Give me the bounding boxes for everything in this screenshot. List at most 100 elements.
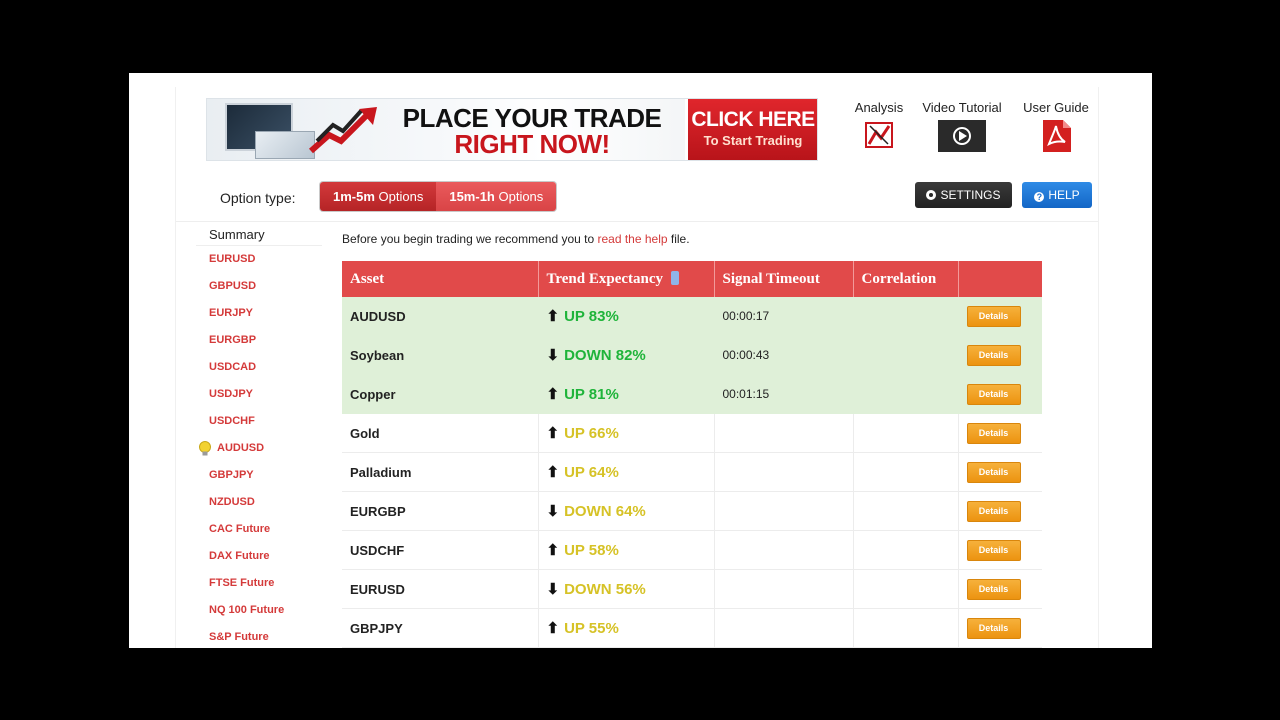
option-1-suffix: Options xyxy=(374,189,424,204)
intro-before: Before you begin trading we recommend yo… xyxy=(342,232,598,246)
sidebar-item-eurusd[interactable]: EURUSD xyxy=(196,246,322,273)
details-button[interactable]: Details xyxy=(966,539,1021,561)
sidebar-item-sp-future[interactable]: S&P Future xyxy=(196,624,322,648)
sort-icon[interactable] xyxy=(671,270,680,285)
arrow-up-icon: ⬆ xyxy=(546,464,560,481)
trend-cell: ⬆ UP 64% xyxy=(538,452,715,492)
sidebar-summary[interactable]: Summary xyxy=(196,224,322,246)
sidebar-item-gbpusd[interactable]: GBPUSD xyxy=(196,273,322,300)
sidebar-item-usdcad[interactable]: USDCAD xyxy=(196,354,322,381)
header-signal-timeout[interactable]: Signal Timeout xyxy=(714,261,854,297)
lightbulb-icon xyxy=(199,441,211,456)
sidebar-item-nq100-future[interactable]: NQ 100 Future xyxy=(196,597,322,624)
header-divider xyxy=(176,221,1098,222)
details-button[interactable]: Details xyxy=(966,578,1021,600)
banner-line-2: RIGHT NOW! xyxy=(454,129,610,159)
help-button[interactable]: ? HELP xyxy=(1022,182,1092,208)
trend-cell: ⬇ DOWN 56% xyxy=(538,569,715,609)
header-trend-expectancy[interactable]: Trend Expectancy xyxy=(538,261,715,297)
sidebar-item-audusd[interactable]: AUDUSD xyxy=(196,435,322,462)
sidebar-item-gbpjpy[interactable]: GBPJPY xyxy=(196,462,322,489)
sidebar-item-dax-future[interactable]: DAX Future xyxy=(196,543,322,570)
asset-cell: Palladium xyxy=(342,452,539,492)
chart-analysis-icon xyxy=(865,122,893,148)
correlation-cell xyxy=(853,608,959,648)
read-help-link[interactable]: read the help xyxy=(597,232,667,246)
pdf-icon xyxy=(1043,120,1071,152)
arrow-up-icon: ⬆ xyxy=(546,308,560,325)
video-tutorial-link[interactable]: Video Tutorial xyxy=(914,100,1010,152)
asset-cell: EURGBP xyxy=(342,491,539,531)
details-button[interactable]: Details xyxy=(966,461,1021,483)
correlation-cell xyxy=(853,569,959,609)
details-button[interactable]: Details xyxy=(966,500,1021,522)
asset-sidebar: Summary EURUSD GBPUSD EURJPY EURGBP USDC… xyxy=(196,224,322,648)
trend-cell: ⬆ UP 58% xyxy=(538,530,715,570)
correlation-cell xyxy=(853,297,959,336)
table-row: GBPJPY ⬆ UP 55% Details xyxy=(342,608,1042,648)
trend-value: UP 66% xyxy=(564,425,619,442)
banner-laptop-image xyxy=(255,131,315,159)
table-header-row: Asset Trend Expectancy Signal Timeout Co… xyxy=(342,261,1042,297)
header-trend-label: Trend Expectancy xyxy=(546,270,664,287)
details-cell: Details xyxy=(958,491,1042,531)
trend-value: DOWN 82% xyxy=(564,347,646,364)
sidebar-item-usdchf[interactable]: USDCHF xyxy=(196,408,322,435)
details-button[interactable]: Details xyxy=(966,617,1021,639)
play-video-icon xyxy=(938,120,986,152)
analysis-link[interactable]: Analysis xyxy=(848,100,910,150)
trend-cell: ⬆ UP 81% xyxy=(538,374,715,414)
correlation-cell xyxy=(853,413,959,453)
sidebar-item-nzdusd[interactable]: NZDUSD xyxy=(196,489,322,516)
signal-timeout-cell xyxy=(714,452,854,492)
details-button[interactable]: Details xyxy=(966,383,1021,405)
sidebar-item-eurgbp[interactable]: EURGBP xyxy=(196,327,322,354)
banner-headline: PLACE YOUR TRADE RIGHT NOW! xyxy=(387,105,677,157)
settings-button[interactable]: SETTINGS xyxy=(915,182,1012,208)
details-button[interactable]: Details xyxy=(966,305,1021,327)
table-row: Copper ⬆ UP 81% 00:01:15 Details xyxy=(342,374,1042,414)
arrow-up-icon: ⬆ xyxy=(546,386,560,403)
trade-banner[interactable]: PLACE YOUR TRADE RIGHT NOW! CLICK HERE T… xyxy=(206,98,818,161)
trend-cell: ⬆ UP 66% xyxy=(538,413,715,453)
correlation-cell xyxy=(853,335,959,375)
trend-cell: ⬇ DOWN 64% xyxy=(538,491,715,531)
cta-line-1: CLICK HERE xyxy=(691,108,815,131)
trend-value: DOWN 64% xyxy=(564,503,646,520)
arrow-down-icon: ⬇ xyxy=(546,503,560,520)
option-type-toggle: 1m-5m Options 15m-1h Options xyxy=(320,182,557,211)
gear-icon xyxy=(926,190,937,200)
signal-timeout-cell xyxy=(714,491,854,531)
sidebar-item-usdjpy[interactable]: USDJPY xyxy=(196,381,322,408)
option-type-label: Option type: xyxy=(220,190,296,206)
trend-value: DOWN 56% xyxy=(564,581,646,598)
option-2-duration: 15m-1h xyxy=(449,189,495,204)
table-row: Soybean ⬇ DOWN 82% 00:00:43 Details xyxy=(342,335,1042,375)
arrow-up-icon: ⬆ xyxy=(546,620,560,637)
content-area: PLACE YOUR TRADE RIGHT NOW! CLICK HERE T… xyxy=(175,87,1099,648)
banner-cta-button[interactable]: CLICK HERE To Start Trading xyxy=(685,99,817,160)
signals-table: Asset Trend Expectancy Signal Timeout Co… xyxy=(342,261,1042,648)
details-cell: Details xyxy=(958,374,1042,414)
user-guide-link[interactable]: User Guide xyxy=(1016,100,1096,152)
details-cell: Details xyxy=(958,335,1042,375)
header-correlation[interactable]: Correlation xyxy=(853,261,959,297)
header-asset[interactable]: Asset xyxy=(342,261,539,297)
intro-text: Before you begin trading we recommend yo… xyxy=(342,232,690,246)
details-button[interactable]: Details xyxy=(966,422,1021,444)
trend-value: UP 55% xyxy=(564,620,619,637)
table-row: EURGBP ⬇ DOWN 64% Details xyxy=(342,491,1042,531)
signal-timeout-cell: 00:01:15 xyxy=(714,374,854,414)
details-cell: Details xyxy=(958,569,1042,609)
asset-cell: Gold xyxy=(342,413,539,453)
option-15m-1h-button[interactable]: 15m-1h Options xyxy=(436,182,557,211)
sidebar-item-cac-future[interactable]: CAC Future xyxy=(196,516,322,543)
sidebar-item-eurjpy[interactable]: EURJPY xyxy=(196,300,322,327)
details-button[interactable]: Details xyxy=(966,344,1021,366)
banner-arrow-icon xyxy=(309,107,377,154)
sidebar-item-ftse-future[interactable]: FTSE Future xyxy=(196,570,322,597)
option-1m-5m-button[interactable]: 1m-5m Options xyxy=(320,182,437,211)
trend-value: UP 81% xyxy=(564,386,619,403)
table-row: AUDUSD ⬆ UP 83% 00:00:17 Details xyxy=(342,297,1042,336)
table-row: EURUSD ⬇ DOWN 56% Details xyxy=(342,569,1042,609)
